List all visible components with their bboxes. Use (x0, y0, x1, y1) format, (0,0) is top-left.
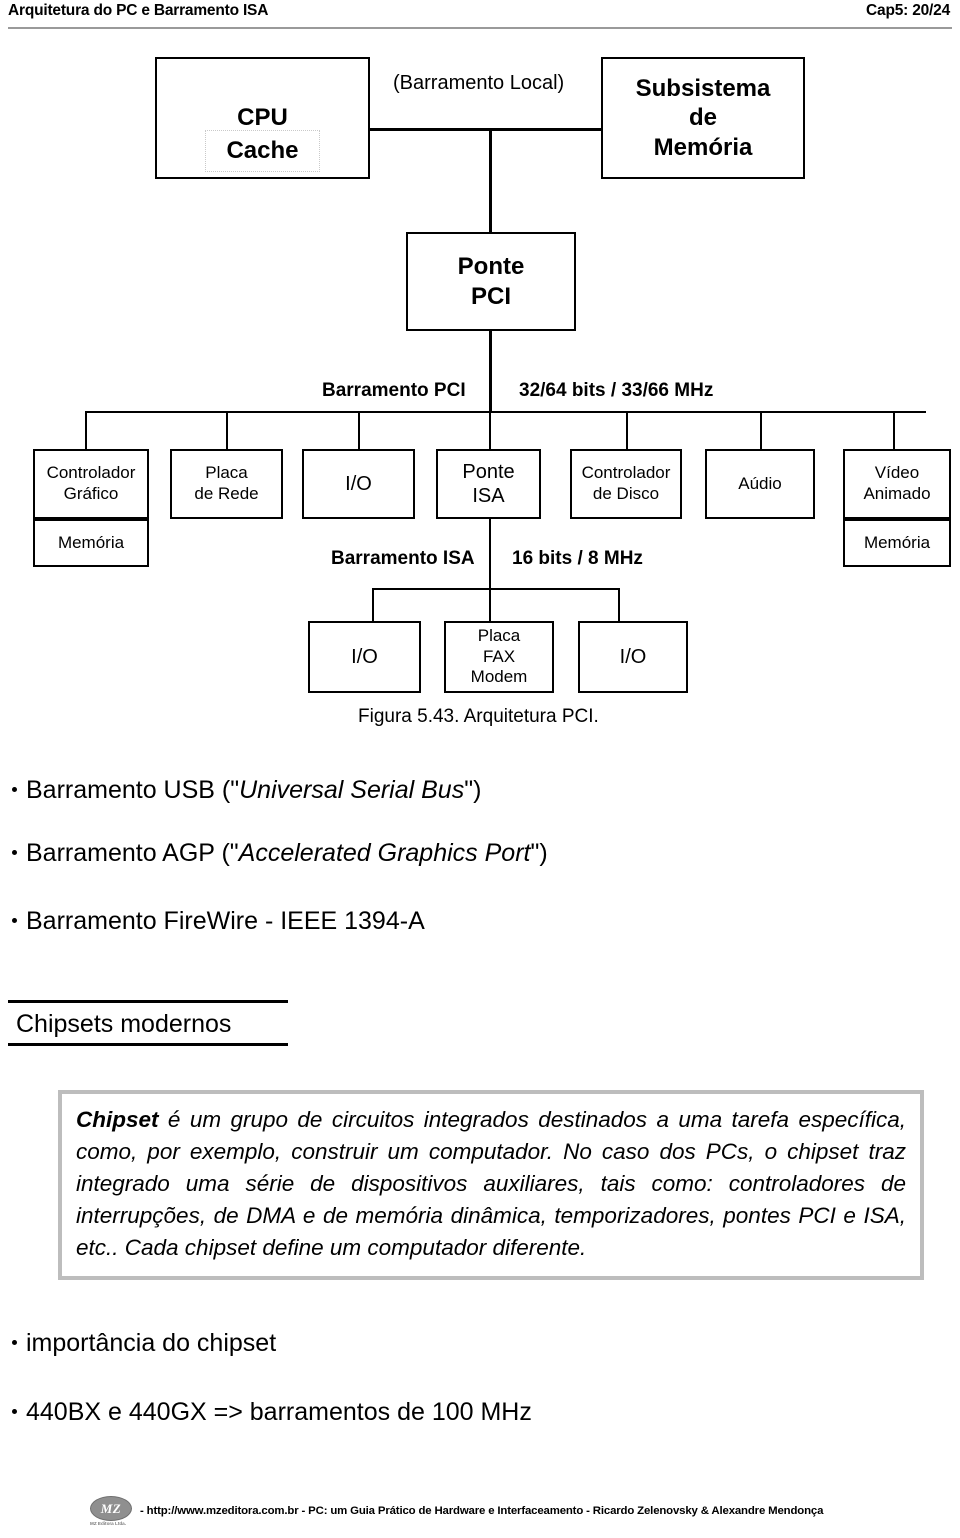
page-root: Arquitetura do PC e Barramento ISA Cap5:… (0, 0, 960, 1538)
pci-bus-spec-label: 32/64 bits / 33/66 MHz (515, 380, 718, 402)
header-divider (8, 27, 952, 29)
pci-device-1-line1: Controlador (46, 463, 136, 483)
bullet-agp-text-1: Barramento AGP (" (26, 839, 239, 867)
footer-credit-text: - http://www.mzeditora.com.br - PC: um G… (140, 1505, 824, 1517)
isa-device-2-line2: FAX (482, 646, 516, 666)
bullet-usb-text-italic: Universal Serial Bus (239, 776, 465, 804)
chipset-definition-lead: Chipset (76, 1107, 159, 1132)
isa-device-1-line1: I/O (351, 645, 378, 668)
mz-logo-mark-icon: MZ (90, 1496, 132, 1521)
pci-device-1-line2: Gráfico (63, 484, 119, 503)
memory-subsystem-line1: Subsistema (635, 75, 771, 103)
memory-subsystem-line2: de (688, 104, 717, 132)
bullet-chipset-importance-text: importância do chipset (26, 1329, 277, 1357)
pci-bridge-line2: PCI (470, 282, 511, 310)
pci-device-3-line1: I/O (345, 472, 372, 495)
bullet-item-firewire: Barramento FireWire - IEEE 1394-A (12, 909, 425, 934)
mz-logo-subtitle: MZ Editora Ltda. (90, 1521, 126, 1526)
bullet-agp-text-2: ") (530, 839, 548, 867)
isa-device-2-line3: Modem (470, 667, 528, 687)
pci-drop-line-2 (226, 411, 228, 450)
bullet-dot-icon (12, 850, 17, 856)
pci-device-7-line2: Animado (863, 484, 931, 503)
section-heading-chipsets: Chipsets modernos (8, 1000, 288, 1046)
isa-drop-line-2 (489, 588, 491, 622)
chipset-definition-box: Chipset é um grupo de circuitos integrad… (58, 1090, 924, 1280)
mz-editora-logo: MZ MZ Editora Ltda. (90, 1496, 132, 1536)
pci-bridge-to-pci-bus-line (489, 331, 492, 412)
pci-bridge-line1: Ponte (457, 253, 525, 281)
pci-device-4-line1: Ponte (462, 460, 515, 483)
isa-drop-line-3 (618, 588, 620, 622)
page-header-chapter-ref: Cap5: 20/24 (866, 2, 950, 19)
diagram-box-memory-subsystem: Subsistema de Memória (601, 57, 805, 179)
section-title: Chipsets modernos (16, 1010, 232, 1038)
bullet-dot-icon (12, 918, 17, 924)
bullet-dot-icon (12, 787, 17, 793)
bullet-firewire-text: Barramento FireWire - IEEE 1394-A (26, 907, 425, 935)
diagram-box-pci-device-1: Controlador Gráfico (33, 449, 149, 519)
diagram-box-pci-device-6: Aúdio (705, 449, 815, 519)
memory-subsystem-line3: Memória (653, 133, 753, 161)
bullet-agp-text-italic: Accelerated Graphics Port (238, 839, 531, 867)
bullet-dot-icon (12, 1409, 17, 1415)
pci-drop-line-7 (893, 411, 895, 450)
isa-bus-spec-label: 16 bits / 8 MHz (508, 548, 647, 570)
diagram-box-isa-device-1: I/O (308, 621, 421, 693)
pci-device-7-memory-label: Memória (863, 532, 931, 552)
pci-drop-line-6 (760, 411, 762, 450)
isa-device-2-line1: Placa (477, 625, 521, 645)
bullet-440bx-text: 440BX e 440GX => barramentos de 100 MHz (26, 1398, 532, 1426)
pci-bus-rail (85, 411, 926, 413)
bullet-item-440bx: 440BX e 440GX => barramentos de 100 MHz (12, 1400, 532, 1425)
isa-bus-rail (372, 588, 620, 590)
diagram-box-pci-device-3: I/O (302, 449, 415, 519)
pci-device-4-line2: ISA (472, 485, 505, 507)
diagram-box-pci-bridge: Ponte PCI (406, 232, 576, 331)
pci-device-5-line1: Controlador (581, 463, 671, 483)
pci-drop-line-3 (358, 411, 360, 450)
pci-drop-line-1 (85, 411, 87, 450)
pci-drop-line-4 (489, 411, 491, 450)
pci-device-2-line2: de Rede (194, 484, 259, 503)
bullet-usb-text-1: Barramento USB (" (26, 776, 240, 804)
diagram-box-pci-device-4: Ponte ISA (436, 449, 541, 519)
cache-label: Cache (226, 137, 299, 164)
isa-bridge-to-isa-bus-line (489, 519, 491, 589)
diagram-box-pci-device-7: Vídeo Animado (843, 449, 951, 519)
bullet-item-usb: Barramento USB ("Universal Serial Bus") (12, 778, 481, 803)
cpu-label: CPU (237, 104, 288, 132)
pci-bus-name-label: Barramento PCI (318, 380, 470, 402)
diagram-box-cache: Cache (205, 130, 320, 172)
figure-caption: Figura 5.43. Arquitetura PCI. (358, 706, 599, 727)
pci-drop-line-5 (626, 411, 628, 450)
bullet-item-agp: Barramento AGP ("Accelerated Graphics Po… (12, 841, 548, 866)
diagram-box-pci-device-5: Controlador de Disco (570, 449, 682, 519)
bullet-dot-icon (12, 1340, 17, 1346)
chipset-definition-body: é um grupo de circuitos integrados desti… (76, 1107, 906, 1260)
diagram-box-pci-device-7-memory: Memória (843, 519, 951, 567)
page-header-title: Arquitetura do PC e Barramento ISA (8, 2, 269, 19)
bullet-usb-text-2: ") (464, 776, 482, 804)
local-bus-line (370, 128, 601, 131)
local-bus-label: (Barramento Local) (389, 72, 569, 95)
diagram-box-isa-device-3: I/O (578, 621, 688, 693)
diagram-box-pci-device-2: Placa de Rede (170, 449, 283, 519)
pci-device-5-line2: de Disco (592, 484, 660, 503)
pci-device-6-line1: Aúdio (738, 473, 782, 493)
pci-device-7-line1: Vídeo (874, 463, 920, 483)
pci-device-2-line1: Placa (205, 463, 248, 483)
isa-bus-name-label: Barramento ISA (327, 548, 479, 570)
page-footer: MZ MZ Editora Ltda. - http://www.mzedito… (0, 1494, 960, 1534)
local-bus-to-pci-bridge-line (489, 128, 492, 233)
section-rule-bottom (8, 1043, 288, 1046)
diagram-box-isa-device-2: Placa FAX Modem (444, 621, 554, 693)
isa-device-3-line1: I/O (619, 645, 647, 668)
isa-drop-line-1 (372, 588, 374, 622)
bullet-item-chipset-importance: importância do chipset (12, 1331, 276, 1356)
diagram-box-pci-device-1-memory: Memória (33, 519, 149, 567)
pci-device-1-memory-label: Memória (57, 532, 125, 552)
